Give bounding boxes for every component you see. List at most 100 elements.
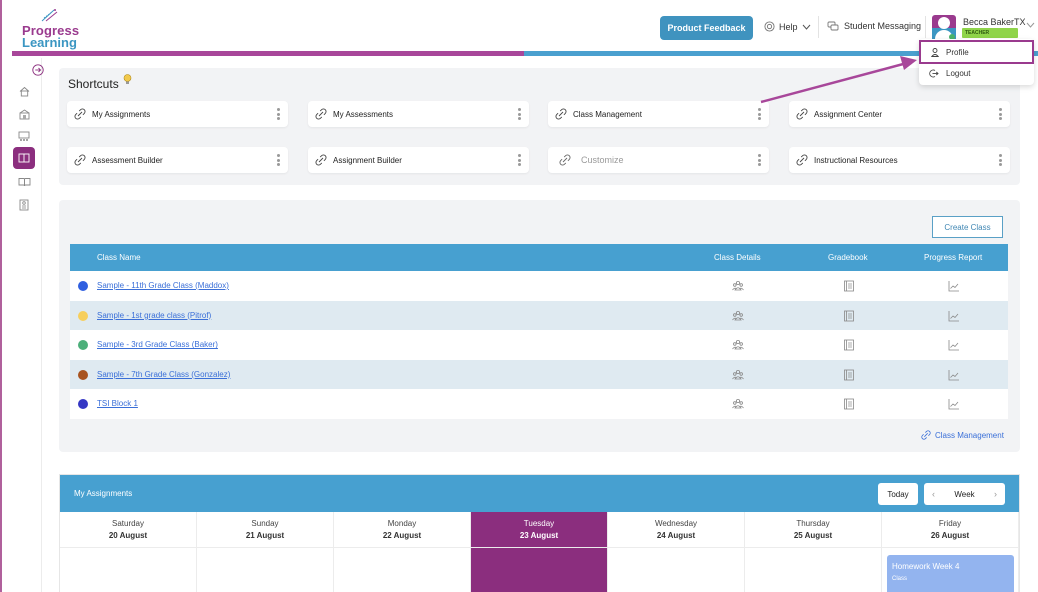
calendar-day-cell[interactable]: Homework Week 4 Class: [882, 548, 1019, 592]
calendar-day-cell[interactable]: [60, 548, 197, 592]
class-name-link[interactable]: Sample - 1st grade class (Pitrof): [97, 311, 211, 320]
event-subtitle: Class: [892, 576, 908, 582]
column-header-class-details: Class Details: [714, 253, 761, 262]
sidebar-expand-button[interactable]: [32, 64, 44, 76]
class-name-link[interactable]: Sample - 3rd Grade Class (Baker): [97, 340, 218, 349]
chevron-right-icon[interactable]: ›: [994, 489, 997, 499]
shortcut-my-assignments[interactable]: My Assignments: [67, 101, 288, 127]
table-row: Sample - 3rd Grade Class (Baker): [70, 330, 1008, 360]
gradebook-button[interactable]: [843, 368, 855, 381]
document-icon: [19, 199, 29, 211]
sidebar-item-home[interactable]: [15, 82, 33, 100]
kebab-menu-icon[interactable]: [277, 108, 280, 120]
sidebar-item-classroom[interactable]: [15, 127, 33, 145]
calendar-day-header: Tuesday 23 August: [471, 512, 608, 547]
logout-menu-item[interactable]: Logout: [919, 62, 1034, 84]
today-button[interactable]: Today: [878, 483, 918, 505]
kebab-menu-icon[interactable]: [758, 108, 761, 120]
day-date: 21 August: [245, 531, 285, 540]
help-menu[interactable]: Help: [764, 21, 811, 32]
shortcut-my-assessments[interactable]: My Assessments: [308, 101, 529, 127]
shortcut-assignment-center[interactable]: Assignment Center: [789, 101, 1010, 127]
role-badge: TEACHER: [962, 28, 1018, 38]
sidebar-item-school[interactable]: [15, 105, 33, 123]
gradebook-button[interactable]: [843, 309, 855, 321]
chat-bubbles-icon: [827, 21, 839, 31]
shortcut-assignment-builder[interactable]: Assignment Builder: [308, 147, 529, 173]
kebab-menu-icon[interactable]: [999, 108, 1002, 120]
shortcut-instructional-resources[interactable]: Instructional Resources: [789, 147, 1010, 173]
day-date: 26 August: [930, 531, 970, 540]
class-details-button[interactable]: [732, 309, 744, 321]
assignment-event[interactable]: Homework Week 4 Class: [887, 555, 1014, 592]
shortcuts-title: Shortcuts: [68, 77, 119, 91]
class-details-button[interactable]: [732, 368, 744, 380]
calendar-day-cell[interactable]: [197, 548, 334, 592]
gradebook-button[interactable]: [843, 338, 855, 351]
class-name-link[interactable]: Sample - 7th Grade Class (Gonzalez): [97, 370, 230, 379]
help-label: Help: [779, 21, 798, 32]
sidebar-item-resources[interactable]: [15, 173, 33, 191]
shortcut-customize[interactable]: Customize: [548, 147, 769, 173]
user-menu-toggle[interactable]: Becca BakerTX TEACHER: [932, 15, 1036, 41]
link-icon: [315, 108, 327, 120]
class-details-button[interactable]: [732, 397, 744, 409]
gradebook-button[interactable]: [843, 397, 855, 410]
gradebook-icon: [844, 398, 854, 410]
progress-report-button[interactable]: [948, 309, 960, 321]
lightbulb-icon: [123, 74, 132, 84]
day-name: Wednesday: [654, 519, 698, 528]
progress-report-button[interactable]: [948, 397, 960, 410]
table-row: Sample - 11th Grade Class (Maddox): [70, 271, 1008, 301]
progress-report-button[interactable]: [948, 279, 960, 292]
link-icon: [555, 108, 567, 120]
day-date: 23 August: [519, 531, 559, 540]
profile-menu-item[interactable]: Profile: [919, 40, 1034, 64]
calendar-day-cell[interactable]: [608, 548, 745, 592]
class-details-button[interactable]: [732, 279, 744, 291]
class-details-button[interactable]: [732, 338, 744, 350]
link-icon: [559, 154, 571, 166]
classroom-icon: [18, 131, 30, 141]
class-name-link[interactable]: Sample - 11th Grade Class (Maddox): [97, 281, 229, 290]
shortcut-class-management[interactable]: Class Management: [548, 101, 769, 127]
class-details-icon: [732, 369, 744, 380]
sidebar-item-library[interactable]: [13, 147, 35, 169]
calendar-day-header: Friday 26 August: [882, 512, 1019, 547]
chevron-left-icon[interactable]: ‹: [932, 489, 935, 499]
progress-chart-icon: [948, 340, 959, 351]
calendar-day-cell[interactable]: [334, 548, 471, 592]
shortcut-assessment-builder[interactable]: Assessment Builder: [67, 147, 288, 173]
sidebar-item-reports[interactable]: [15, 196, 33, 214]
view-label[interactable]: Week: [954, 490, 974, 499]
class-management-link[interactable]: Class Management: [921, 430, 1004, 440]
class-color-dot: [78, 281, 88, 291]
link-icon: [921, 430, 931, 440]
shortcut-label: Assignment Builder: [333, 155, 402, 165]
column-header-gradebook: Gradebook: [828, 253, 868, 262]
progress-report-button[interactable]: [948, 338, 960, 351]
logo-spark-icon: [41, 9, 58, 22]
kebab-menu-icon[interactable]: [758, 154, 761, 166]
calendar-header: My Assignments Today ‹ Week ›: [60, 475, 1019, 512]
calendar-day-header: Thursday 25 August: [745, 512, 882, 547]
class-details-icon: [732, 399, 744, 409]
table-row: TSI Block 1: [70, 389, 1008, 419]
calendar-day-header: Monday 22 August: [334, 512, 471, 547]
calendar-day-cell[interactable]: [471, 548, 608, 592]
calendar-day-cells: Homework Week 4 Class: [60, 548, 1019, 592]
product-feedback-button[interactable]: Product Feedback: [660, 16, 753, 40]
gradebook-button[interactable]: [843, 279, 855, 292]
calendar-day-cell[interactable]: [745, 548, 882, 592]
kebab-menu-icon[interactable]: [277, 154, 280, 166]
class-name-link[interactable]: TSI Block 1: [97, 399, 138, 408]
kebab-menu-icon[interactable]: [999, 154, 1002, 166]
create-class-button[interactable]: Create Class: [932, 216, 1003, 238]
progress-report-button[interactable]: [948, 368, 960, 381]
progress-learning-logo[interactable]: Progress Learning: [20, 8, 100, 50]
kebab-menu-icon[interactable]: [518, 108, 521, 120]
class-color-dot: [78, 399, 88, 410]
student-messaging-link[interactable]: Student Messaging: [827, 21, 921, 31]
kebab-menu-icon[interactable]: [518, 154, 521, 166]
calendar-title: My Assignments: [74, 489, 133, 498]
